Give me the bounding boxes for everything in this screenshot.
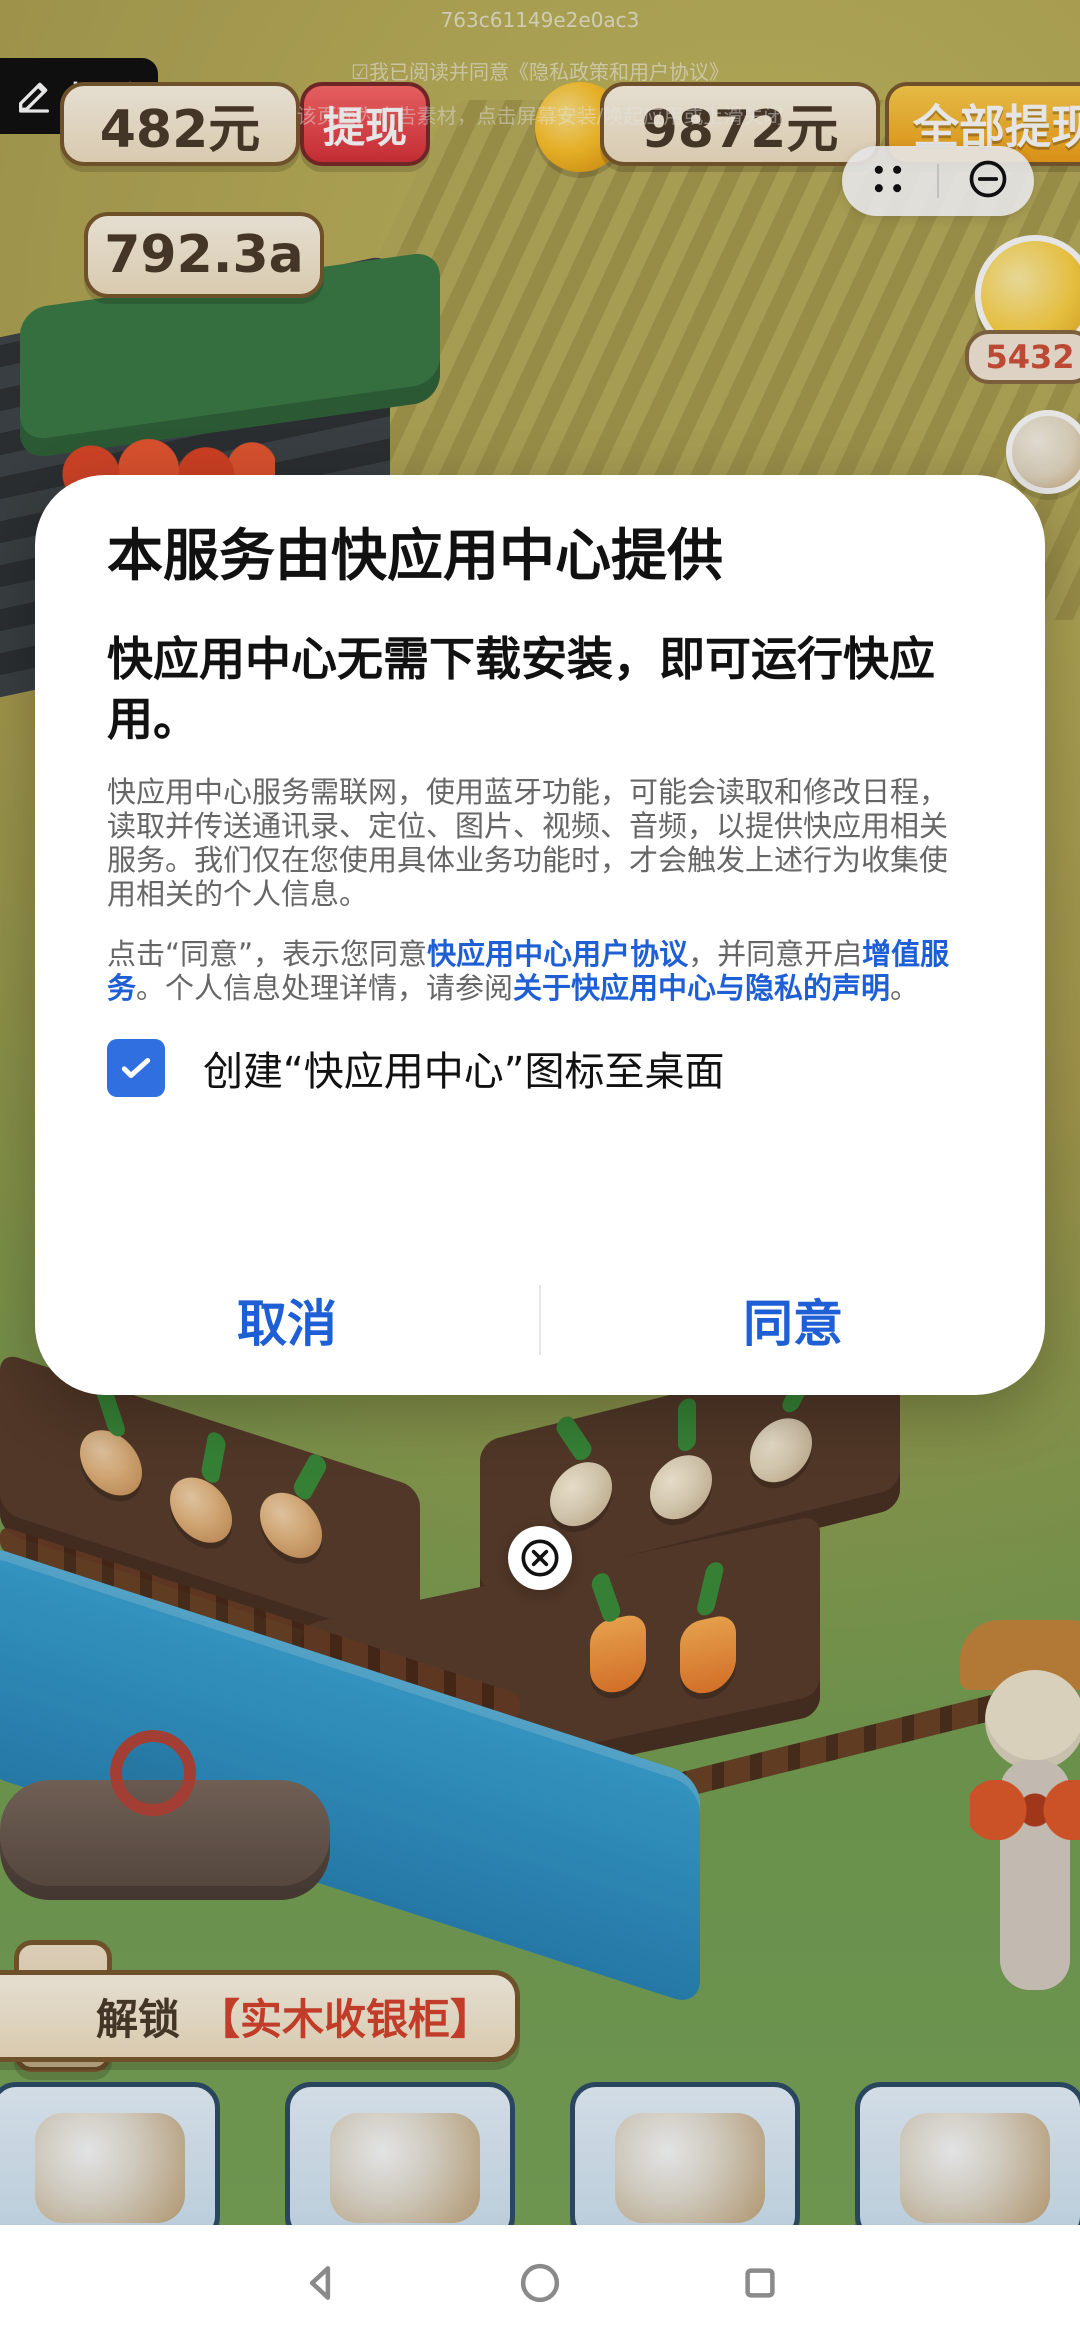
dialog-paragraph-1: 快应用中心服务需联网，使用蓝牙功能，可能会读取和修改日程，读取并传送通讯录、定位… <box>107 775 949 911</box>
dialog-paragraph-2: 点击“同意”，表示您同意快应用中心用户协议，并同意开启增值服务。个人信息处理详情… <box>107 937 973 1005</box>
create-shortcut-label: 创建“快应用中心”图标至桌面 <box>203 1049 725 1095</box>
close-icon <box>521 1539 559 1577</box>
cancel-button[interactable]: 取消 <box>35 1245 539 1395</box>
consent-dialog: 本服务由快应用中心提供 快应用中心无需下载安装，即可运行快应用。 快应用中心服务… <box>35 475 1045 1395</box>
nav-home-button[interactable] <box>505 2248 575 2318</box>
dialog-actions: 取消 同意 <box>35 1245 1045 1395</box>
circle-home-icon <box>520 2263 560 2302</box>
paragraph2-mid2: 。个人信息处理详情，请参阅 <box>136 971 514 1005</box>
check-icon <box>121 1058 151 1078</box>
create-shortcut-row[interactable]: 创建“快应用中心”图标至桌面 <box>107 1039 973 1097</box>
triangle-back-icon <box>309 2265 331 2300</box>
cancel-label: 取消 <box>237 1295 337 1353</box>
nav-recent-button[interactable] <box>725 2248 795 2318</box>
square-recent-icon <box>745 2267 775 2298</box>
close-button[interactable] <box>508 1526 572 1590</box>
agree-label: 同意 <box>743 1295 843 1353</box>
android-navigation-bar <box>0 2225 1080 2340</box>
user-agreement-link[interactable]: 快应用中心用户协议 <box>427 937 688 971</box>
agree-button[interactable]: 同意 <box>541 1245 1045 1395</box>
paragraph2-suffix: 。 <box>890 971 920 1005</box>
paragraph2-mid: ，并同意开启 <box>688 937 863 971</box>
nav-back-button[interactable] <box>285 2248 355 2318</box>
paragraph2-prefix: 点击“同意”，表示您同意 <box>107 937 428 971</box>
create-shortcut-checkbox[interactable] <box>107 1039 165 1097</box>
privacy-statement-link[interactable]: 关于快应用中心与隐私的声明 <box>513 971 890 1005</box>
dialog-subtitle: 快应用中心无需下载安装，即可运行快应用。 <box>107 632 935 746</box>
dialog-title: 本服务由快应用中心提供 <box>107 524 723 589</box>
